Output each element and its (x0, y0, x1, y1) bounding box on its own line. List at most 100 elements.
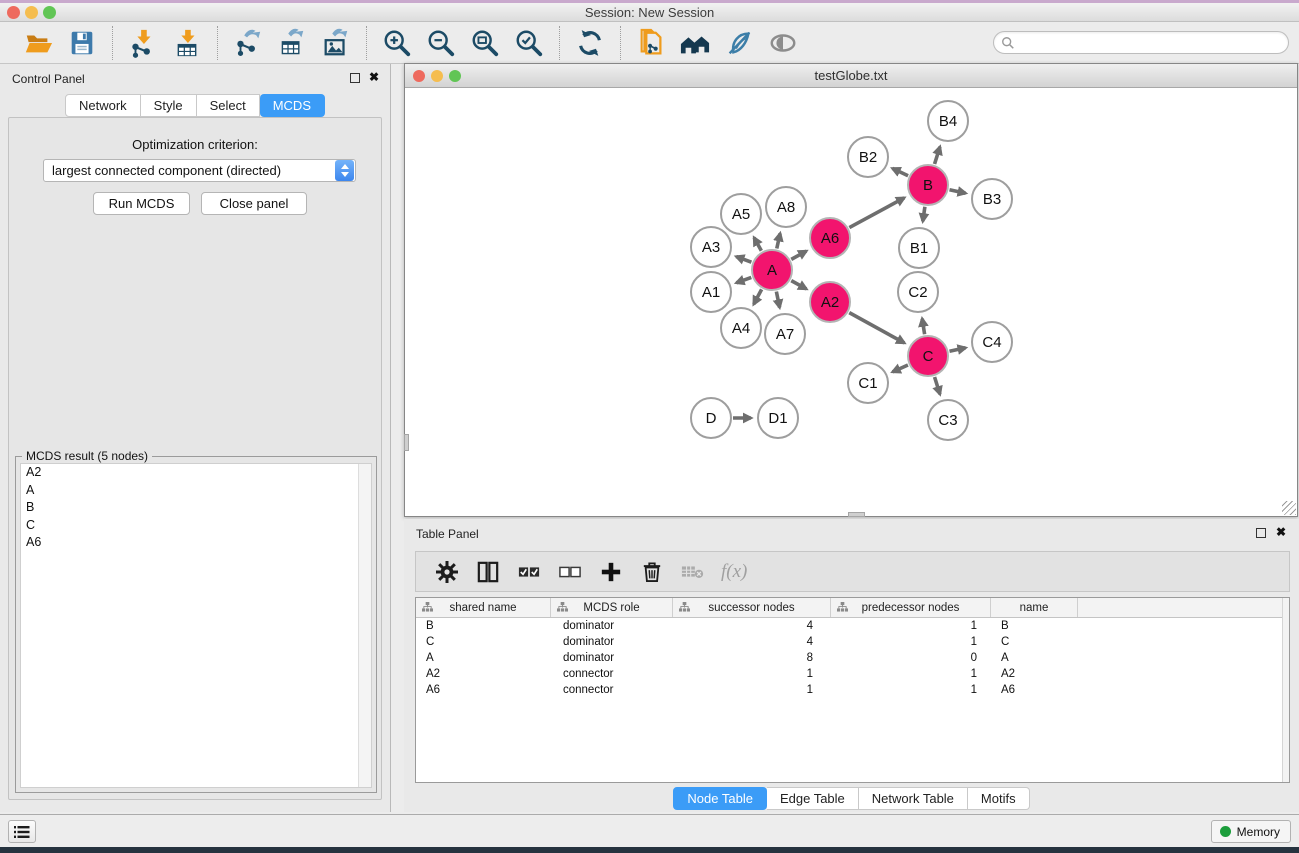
graph-edge-B-B1[interactable] (923, 207, 925, 221)
mcds-result-item[interactable]: B (21, 499, 371, 517)
mcds-result-list[interactable]: A2ABCA6 (20, 463, 372, 788)
tab-node-table[interactable]: Node Table (673, 787, 767, 810)
memory-button[interactable]: Memory (1211, 820, 1291, 843)
save-session-icon[interactable] (66, 27, 98, 59)
open-session-icon[interactable] (22, 27, 54, 59)
graph-edge-B-B4[interactable] (935, 147, 940, 164)
graph-edge-B-B2[interactable] (892, 168, 908, 175)
column-header-successor-nodes[interactable]: successor nodes (673, 598, 831, 617)
column-header-predecessor-nodes[interactable]: predecessor nodes (831, 598, 991, 617)
graph-node-D[interactable]: D (690, 397, 732, 439)
column-visibility-icon[interactable] (475, 559, 501, 585)
graph-node-C2[interactable]: C2 (897, 271, 939, 313)
search-field[interactable] (993, 31, 1289, 54)
zoom-traffic-light[interactable] (43, 6, 56, 19)
tab-select[interactable]: Select (197, 94, 260, 117)
graph-node-A7[interactable]: A7 (764, 313, 806, 355)
table-row[interactable]: Cdominator41C (416, 634, 1289, 650)
criterion-select[interactable]: largest connected component (directed) (43, 159, 356, 182)
list-scrollbar[interactable] (358, 464, 371, 787)
tab-mcds[interactable]: MCDS (260, 94, 325, 117)
tab-network[interactable]: Network (65, 94, 141, 117)
zoom-selected-icon[interactable] (513, 27, 545, 59)
close-panel-icon[interactable]: ✖ (1276, 526, 1286, 538)
float-panel-icon[interactable] (350, 73, 360, 83)
graph-node-B1[interactable]: B1 (898, 227, 940, 269)
tab-style[interactable]: Style (141, 94, 197, 117)
graph-node-A5[interactable]: A5 (720, 193, 762, 235)
graph-node-C4[interactable]: C4 (971, 321, 1013, 363)
export-network-icon[interactable] (232, 27, 264, 59)
graph-node-A3[interactable]: A3 (690, 226, 732, 268)
graph-edge-C-C2[interactable] (922, 319, 924, 335)
zoom-in-icon[interactable] (381, 27, 413, 59)
app-titlebar[interactable]: Session: New Session (0, 3, 1299, 22)
graph-node-A6[interactable]: A6 (809, 217, 851, 259)
minimize-traffic-light[interactable] (25, 6, 38, 19)
export-table-icon[interactable] (276, 27, 308, 59)
refresh-layout-icon[interactable] (574, 27, 606, 59)
graph-edge-A-A8[interactable] (777, 233, 780, 248)
graph-edge-C-C4[interactable] (949, 348, 965, 352)
panel-splitter-handle[interactable] (404, 434, 409, 451)
graph-edge-A6-B[interactable] (849, 198, 904, 228)
network-zoom-traffic-light[interactable] (449, 70, 461, 82)
graph-node-A8[interactable]: A8 (765, 186, 807, 228)
mcds-result-item[interactable]: C (21, 517, 371, 535)
graph-node-C[interactable]: C (907, 335, 949, 377)
graph-node-C3[interactable]: C3 (927, 399, 969, 441)
graphics-details-icon[interactable] (723, 27, 755, 59)
graph-node-B3[interactable]: B3 (971, 178, 1013, 220)
task-history-button[interactable] (8, 820, 36, 843)
mcds-result-item[interactable]: A (21, 482, 371, 500)
mcds-result-item[interactable]: A6 (21, 534, 371, 552)
column-header-mcds-role[interactable]: MCDS role (551, 598, 673, 617)
graph-edge-A-A7[interactable] (776, 292, 779, 308)
select-stepper-icon[interactable] (335, 160, 354, 181)
table-row[interactable]: Adominator80A (416, 650, 1289, 666)
tab-network-table[interactable]: Network Table (859, 787, 968, 810)
panel-splitter-handle[interactable] (848, 512, 865, 517)
search-input[interactable] (1015, 32, 1288, 53)
add-column-icon[interactable] (598, 559, 624, 585)
graph-node-B2[interactable]: B2 (847, 136, 889, 178)
tab-edge-table[interactable]: Edge Table (767, 787, 859, 810)
graph-edge-A-A3[interactable] (736, 257, 751, 263)
table-row[interactable]: Bdominator41B (416, 618, 1289, 634)
network-close-traffic-light[interactable] (413, 70, 425, 82)
select-all-icon[interactable] (516, 559, 542, 585)
graph-edge-A-A6[interactable] (791, 251, 806, 259)
close-panel-icon[interactable]: ✖ (369, 71, 379, 83)
graph-edge-A2-C[interactable] (849, 313, 904, 343)
close-panel-button[interactable]: Close panel (201, 192, 307, 215)
network-canvas[interactable]: B4B2BB3A5A8A6B1A3AC2A1A2A4A7C4CC1C3DD1 (405, 88, 1297, 516)
graph-node-A[interactable]: A (751, 249, 793, 291)
graph-edge-B-B3[interactable] (949, 190, 965, 194)
run-mcds-button[interactable]: Run MCDS (93, 192, 190, 215)
graph-node-C1[interactable]: C1 (847, 362, 889, 404)
table-row[interactable]: A2connector11A2 (416, 666, 1289, 682)
graph-edge-A-A2[interactable] (791, 281, 806, 289)
graph-edge-A-A1[interactable] (736, 277, 751, 282)
graph-edge-C-C3[interactable] (935, 377, 940, 394)
graph-node-A4[interactable]: A4 (720, 307, 762, 349)
graph-node-A1[interactable]: A1 (690, 271, 732, 313)
graph-node-B4[interactable]: B4 (927, 100, 969, 142)
mcds-result-item[interactable]: A2 (21, 464, 371, 482)
network-from-file-icon[interactable] (635, 27, 667, 59)
network-window-titlebar[interactable]: testGlobe.txt (405, 64, 1297, 88)
column-header-shared-name[interactable]: shared name (416, 598, 551, 617)
deselect-all-icon[interactable] (557, 559, 583, 585)
table-row[interactable]: A6connector11A6 (416, 682, 1289, 698)
column-header-name[interactable]: name (991, 598, 1078, 617)
graph-node-D1[interactable]: D1 (757, 397, 799, 439)
table-settings-icon[interactable] (434, 559, 460, 585)
show-hide-eye-icon[interactable] (767, 27, 799, 59)
export-image-icon[interactable] (320, 27, 352, 59)
delete-column-icon[interactable] (639, 559, 665, 585)
window-resize-grip[interactable] (1282, 501, 1296, 515)
tab-motifs[interactable]: Motifs (968, 787, 1030, 810)
table-scrollbar[interactable] (1282, 598, 1289, 782)
float-panel-icon[interactable] (1256, 528, 1266, 538)
zoom-out-icon[interactable] (425, 27, 457, 59)
